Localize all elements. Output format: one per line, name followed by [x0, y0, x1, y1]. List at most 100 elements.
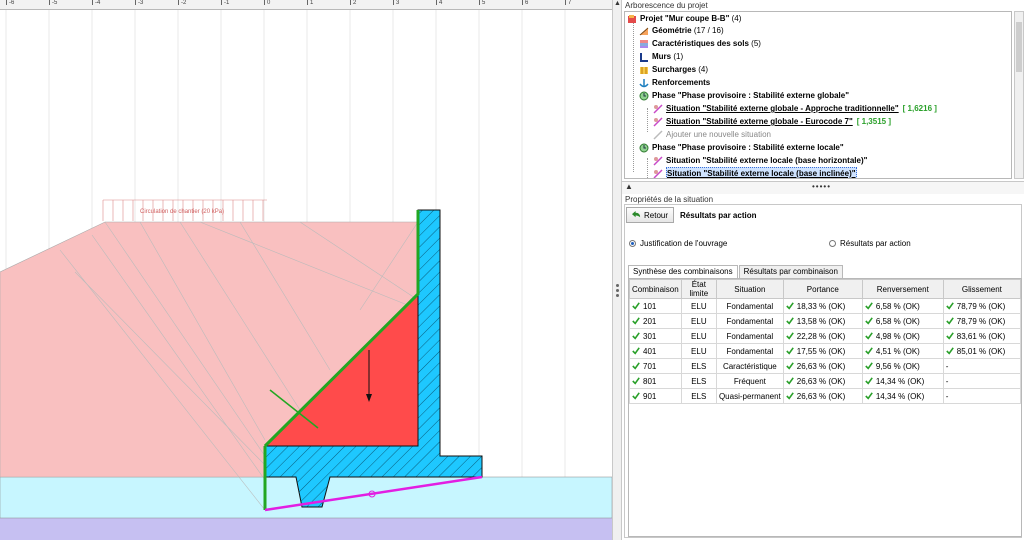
glissement-value: 83,61 % (OK): [956, 331, 1006, 341]
table-row[interactable]: 901 ELS Quasi-permanent 26,63 % (OK) 14,34 %…: [629, 388, 1022, 404]
tree-phase-globale[interactable]: Phase "Phase provisoire : Stabilité exte…: [639, 90, 849, 102]
phase-icon: [639, 91, 649, 101]
phase-icon: [639, 143, 649, 153]
radio-selected-icon: [629, 240, 636, 247]
check-icon: [865, 376, 873, 385]
collapse-up-icon[interactable]: ▲: [625, 182, 633, 191]
tree-item-count: (17 / 16): [693, 26, 724, 35]
add-situation-label: Ajouter une nouvelle situation: [666, 130, 771, 139]
horizontal-splitter[interactable]: ▲ •••••: [622, 182, 1024, 194]
cell-glissement: -: [942, 358, 1022, 374]
col-header-combinaison[interactable]: Combinaison: [629, 279, 682, 299]
situation-label: Situation "Stabilité externe locale (bas…: [666, 156, 868, 165]
tree-item-geometrie[interactable]: Géométrie (17 / 16): [639, 25, 724, 37]
project-label: Projet "Mur coupe B-B": [640, 14, 730, 23]
tab-resultats-combinaison[interactable]: Résultats par combinaison: [738, 265, 843, 278]
bedrock-layer: [0, 518, 612, 540]
situation-label: Situation "Stabilité externe globale - A…: [666, 104, 899, 113]
table-row[interactable]: 401 ELU Fondamental 17,55 % (OK) 4,51 % (OK)…: [629, 343, 1022, 359]
back-button[interactable]: Retour: [626, 207, 675, 223]
col-header-glissement[interactable]: Glissement: [942, 279, 1022, 299]
ruler-tick-label: 6: [525, 0, 529, 6]
check-icon: [785, 361, 794, 370]
back-button-label: Retour: [644, 210, 669, 220]
cell-glissement: 78,79 % (OK): [942, 313, 1022, 329]
wall-drawing-svg: Circulation de chantier (20 kPa): [0, 10, 612, 540]
tree-scrollbar[interactable]: [1014, 11, 1024, 179]
tree-scroll-thumb[interactable]: [1016, 22, 1022, 72]
check-icon: [865, 346, 873, 355]
col-header-portance[interactable]: Portance: [782, 279, 863, 299]
tree-situation-inclinee[interactable]: Situation "Stabilité externe locale (bas…: [653, 167, 857, 178]
ruler-tick: [92, 0, 93, 5]
back-arrow-icon: [632, 210, 641, 217]
situation-label: Situation "Stabilité externe locale (bas…: [666, 167, 857, 178]
tree-add-situation[interactable]: Ajouter une nouvelle situation: [653, 129, 771, 141]
splitter-grip-icon: [616, 289, 619, 292]
tree-situation-approche[interactable]: Situation "Stabilité externe globale - A…: [653, 103, 937, 115]
ruler-tick: [307, 0, 308, 5]
check-icon: [632, 346, 640, 355]
tree-item-count: (5): [751, 39, 761, 48]
ruler-tick-label: 3: [396, 0, 400, 6]
tree-item-surcharges[interactable]: Surcharges (4): [639, 64, 708, 76]
check-icon: [946, 316, 954, 325]
project-tree[interactable]: Projet "Mur coupe B-B" (4) Géométrie (17…: [624, 11, 1012, 179]
radio-justification[interactable]: Justification de l'ouvrage: [629, 239, 727, 248]
combination-id: 401: [643, 346, 657, 356]
cell-portance: 18,33 % (OK): [782, 298, 863, 314]
table-row[interactable]: 301 ELU Fondamental 22,28 % (OK) 4,98 % (OK)…: [629, 328, 1022, 344]
tree-phase-locale[interactable]: Phase "Phase provisoire : Stabilité exte…: [639, 142, 844, 154]
check-icon: [632, 376, 640, 385]
radio-label: Justification de l'ouvrage: [640, 239, 728, 248]
check-icon: [865, 316, 873, 325]
table-row[interactable]: 201 ELU Fondamental 13,58 % (OK) 6,58 % (OK)…: [629, 313, 1022, 329]
ruler-tick-label: -3: [138, 0, 144, 6]
phase-label: Phase "Phase provisoire : Stabilité exte…: [652, 91, 849, 100]
check-icon: [785, 391, 794, 400]
portance-value: 13,58 % (OK): [796, 316, 846, 326]
tree-item-murs[interactable]: Murs (1): [639, 51, 683, 63]
tree-situation-horizontale[interactable]: Situation "Stabilité externe locale (bas…: [653, 155, 867, 167]
project-tree-title: Arborescence du projet: [625, 1, 708, 10]
check-icon: [785, 316, 794, 325]
situation-properties-panel: Retour Résultats par action Justificatio…: [624, 204, 1022, 538]
renversement-value: 6,58 % (OK): [875, 316, 920, 326]
tree-item-renforcements[interactable]: Renforcements: [639, 77, 710, 89]
tree-item-label: Surcharges: [652, 65, 697, 74]
table-body: 101 ELU Fondamental 18,33 % (OK) 6,58 % (OK)…: [629, 298, 1022, 404]
glissement-value: -: [945, 376, 949, 386]
collapse-left-icon[interactable]: ▲: [614, 0, 621, 7]
cell-situation: Fréquent: [715, 373, 784, 389]
vertical-splitter[interactable]: ▲: [612, 0, 622, 540]
cell-situation: Caractéristique: [715, 358, 784, 374]
tree-project-node[interactable]: Projet "Mur coupe B-B" (4): [627, 13, 741, 25]
col-header-etat[interactable]: État limite: [680, 279, 717, 299]
portance-value: 26,63 % (OK): [796, 376, 846, 386]
portance-value: 17,55 % (OK): [796, 346, 846, 356]
ruler-tick: [522, 0, 523, 5]
splitter-dots-icon: •••••: [812, 182, 832, 191]
table-row[interactable]: 801 ELS Fréquent 26,63 % (OK) 14,34 % (OK) -: [629, 373, 1022, 389]
drawing-canvas[interactable]: -6 -5 -4 -3 -2 -1 0 1 2 3 4 5 6 7 Circul…: [0, 0, 612, 540]
tab-synthese[interactable]: Synthèse des combinaisons: [628, 265, 738, 279]
tree-situation-eurocode[interactable]: Situation "Stabilité externe globale - E…: [653, 116, 891, 128]
ruler-tick: [393, 0, 394, 5]
table-row[interactable]: 701 ELS Caractéristique 26,63 % (OK) 9,56 % …: [629, 358, 1022, 374]
table-row[interactable]: 101 ELU Fondamental 18,33 % (OK) 6,58 % (OK)…: [629, 298, 1022, 314]
cell-renversement: 6,58 % (OK): [861, 313, 944, 329]
ruler-tick-label: -2: [181, 0, 187, 6]
right-panel: Arborescence du projet Projet "Mur coupe…: [622, 0, 1024, 540]
cell-glissement: -: [942, 373, 1022, 389]
col-header-renversement[interactable]: Renversement: [861, 279, 944, 299]
ruler-tick: [49, 0, 50, 5]
ruler-tick-label: 0: [267, 0, 271, 6]
wall-cross-section[interactable]: Circulation de chantier (20 kPa): [0, 10, 612, 540]
geometry-icon: [639, 27, 649, 36]
radio-results-by-action[interactable]: Résultats par action: [829, 239, 911, 248]
ruler-tick: [436, 0, 437, 5]
situation-safety-factor: [ 1,6216 ]: [902, 104, 937, 113]
cell-portance: 17,55 % (OK): [782, 343, 863, 359]
col-header-situation[interactable]: Situation: [715, 279, 784, 299]
tree-item-soils[interactable]: Caractéristiques des sols (5): [639, 38, 761, 50]
